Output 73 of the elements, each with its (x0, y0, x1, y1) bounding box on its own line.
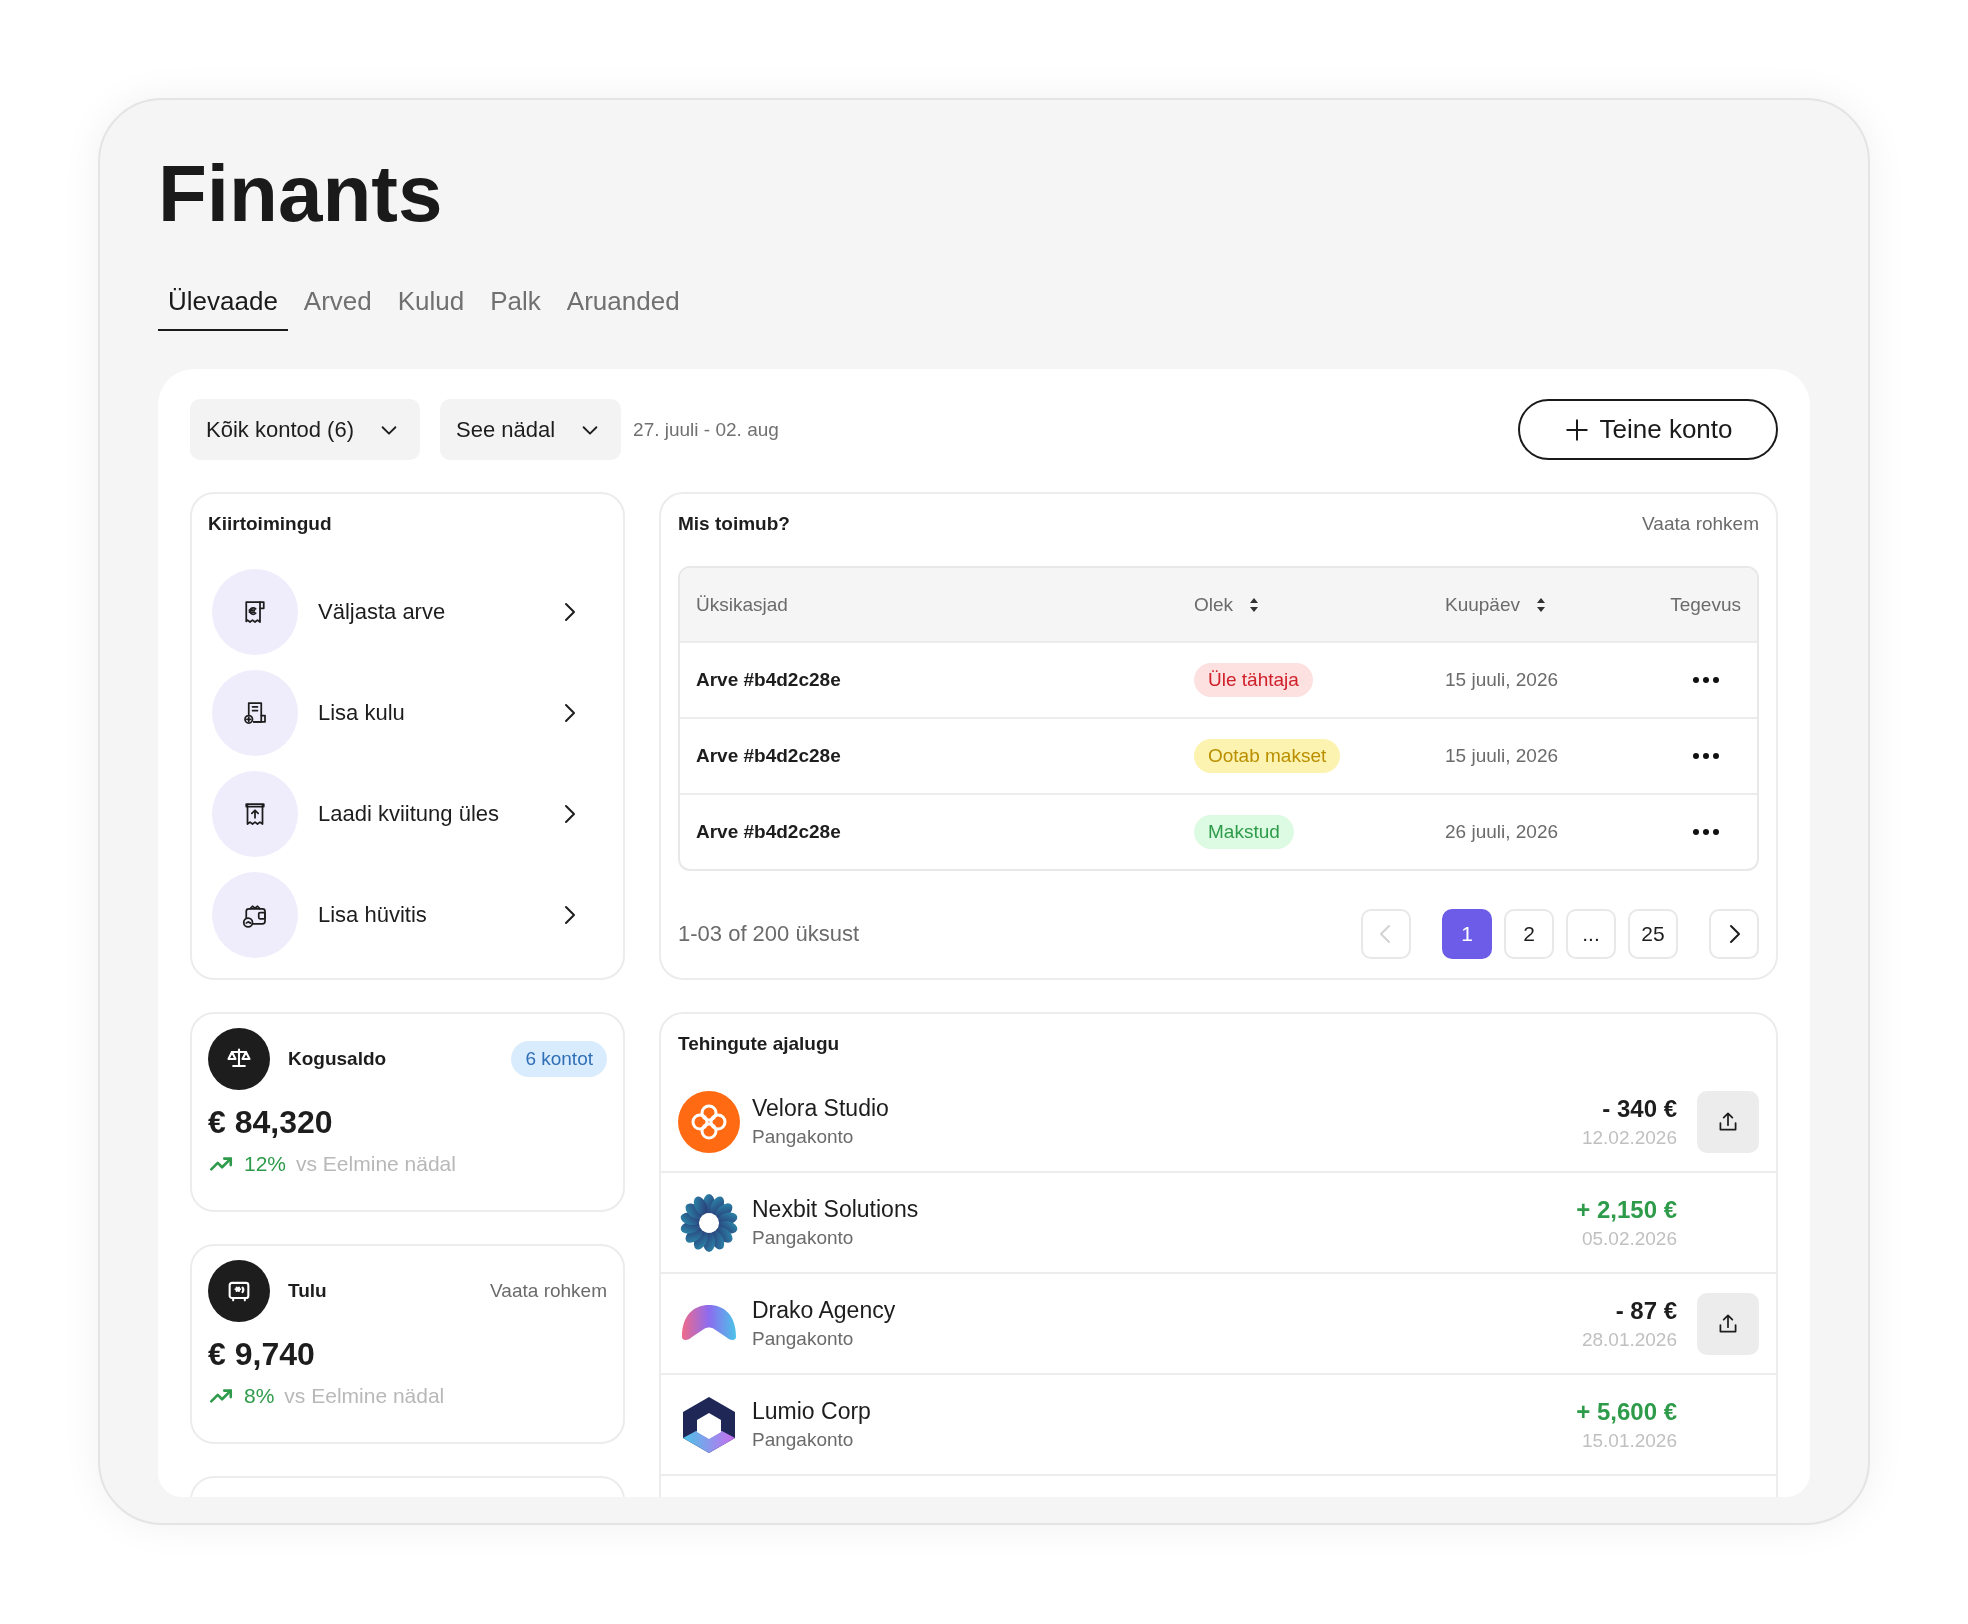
burst-logo-icon (678, 1191, 740, 1254)
plus-icon (1563, 416, 1590, 443)
account-type: Pangakonto (752, 1227, 855, 1249)
table-cell-text: Arve #b4d2c28e (696, 669, 842, 691)
company-name: Drako Agency (752, 1297, 897, 1324)
tab[interactable]: Kulud (387, 280, 475, 331)
account-count-badge: 6 kontot (511, 1041, 607, 1077)
sort-icon[interactable] (1536, 596, 1546, 613)
sort-icon[interactable] (1249, 596, 1260, 613)
company-name: Lumio Corp (752, 1398, 872, 1425)
export-button[interactable] (1697, 1090, 1759, 1153)
table-cell-text: 26 juuli, 2026 (1445, 821, 1560, 843)
account-type: Pangakonto (752, 1126, 855, 1148)
change-percent: 12% (244, 1152, 287, 1176)
card-title: Tehingute ajalugu (677, 1032, 841, 1056)
more-icon[interactable] (1693, 829, 1719, 835)
quick-action-item[interactable]: Lisa kulu (208, 669, 607, 757)
column-header: Kuupäev (1445, 593, 1520, 616)
amount-value: € 9,740 (208, 1336, 316, 1373)
export-button[interactable] (1697, 1292, 1759, 1355)
page-button[interactable]: 2 (1504, 909, 1554, 959)
table-cell-text: 15 juuli, 2026 (1445, 745, 1560, 767)
change-percent: 8% (244, 1384, 275, 1408)
transaction-date: 28.01.2026 (1581, 1328, 1677, 1351)
page-button[interactable]: 25 (1628, 909, 1678, 959)
transaction-date: 05.02.2026 (1581, 1227, 1677, 1250)
quick-action-item[interactable]: Laadi kviitung üles (208, 770, 607, 858)
see-more-link[interactable]: Vaata rohkem (1642, 513, 1759, 535)
column-header: Olek (1194, 593, 1234, 616)
card-title: Tulu (288, 1280, 328, 1302)
transaction-amount: + 5,600 € (1576, 1397, 1677, 1426)
transaction-amount: - 87 € (1615, 1296, 1677, 1325)
more-icon[interactable] (1693, 753, 1719, 759)
company-name: Nexbit Solutions (752, 1196, 920, 1223)
filter-dropdown[interactable]: Kõik kontod (6) (190, 399, 420, 460)
account-type: Pangakonto (752, 1328, 855, 1350)
card-title: Kogusaldo (288, 1048, 388, 1070)
tab[interactable]: Arved (293, 280, 382, 331)
quick-action-item[interactable]: Väljasta arve (208, 568, 607, 656)
account-type: Pangakonto (752, 1429, 855, 1451)
flower-logo-icon (678, 1090, 740, 1153)
change-note: vs Eelmine nädal (296, 1152, 456, 1176)
table-cell-text: Arve #b4d2c28e (696, 821, 842, 843)
tab[interactable]: Aruanded (556, 280, 690, 331)
pagination-summary: 1-03 of 200 üksust (678, 921, 860, 947)
amount-value: € 84,320 (208, 1104, 334, 1141)
page-title: Finants (158, 152, 444, 236)
quick-action-item[interactable]: Lisa hüvitis (208, 871, 607, 959)
filter-dropdown[interactable]: See nädal (439, 399, 622, 460)
column-header: Tegevus (1670, 593, 1741, 616)
company-name: Velora Studio (752, 1095, 890, 1122)
page-button[interactable]: ... (1566, 909, 1616, 959)
transaction-date: 12.02.2026 (1581, 1126, 1677, 1149)
card-title: Kiirtoimingud (208, 512, 333, 536)
next-page-button[interactable] (1709, 909, 1759, 959)
status-badge: Makstud (1194, 815, 1294, 849)
table-cell-text: 15 juuli, 2026 (1445, 669, 1560, 691)
tab[interactable]: Ülevaade (158, 280, 288, 331)
status-badge: Üle tähtaja (1194, 663, 1313, 697)
more-icon[interactable] (1693, 677, 1719, 683)
transaction-amount: - 340 € (1602, 1094, 1677, 1123)
column-header: Üksikasjad (696, 593, 788, 616)
date-range: 27. juuli - 02. aug (633, 418, 779, 441)
tab[interactable]: Palk (480, 280, 551, 331)
see-more-link[interactable]: Vaata rohkem (490, 1280, 607, 1302)
transaction-date: 15.01.2026 (1581, 1429, 1677, 1452)
card-title: Mis toimub? (678, 512, 790, 536)
add-account-button[interactable]: Teine konto (1518, 399, 1778, 460)
status-badge: Ootab makset (1194, 739, 1341, 773)
transaction-amount: + 2,150 € (1576, 1195, 1677, 1224)
page-button[interactable]: 1 (1442, 909, 1492, 959)
table-cell-text: Arve #b4d2c28e (696, 745, 842, 767)
change-note: vs Eelmine nädal (284, 1384, 445, 1408)
